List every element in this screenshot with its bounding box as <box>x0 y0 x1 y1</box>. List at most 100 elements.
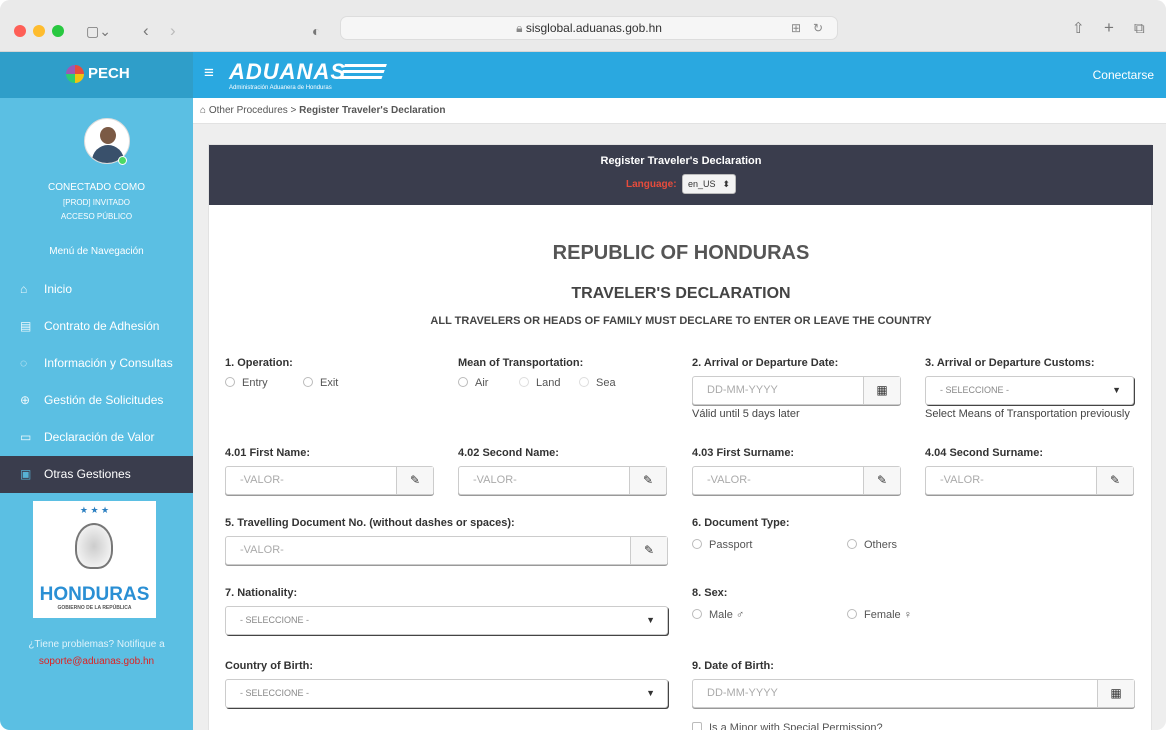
document-no-label: 5. Travelling Document No. (without dash… <box>225 517 515 529</box>
browser-window: ▢⌄ ‹ › ◐ 🔒︎ sisglobal.aduanas.gob.hn ⊞ ↻… <box>0 0 1166 730</box>
browser-toolbar: ▢⌄ ‹ › ◐ 🔒︎ sisglobal.aduanas.gob.hn ⊞ ↻… <box>0 0 1166 52</box>
minimize-window-button[interactable] <box>33 25 45 37</box>
card-icon: ▣ <box>20 467 32 481</box>
sidebar-item-gestion[interactable]: ⊕ Gestión de Solicitudes <box>0 382 193 419</box>
honduras-emblem: ★ ★ ★ HONDURAS GOBIERNO DE LA REPÚBLICA <box>33 501 156 618</box>
help-email-link[interactable]: soporte@aduanas.gob.hn <box>0 656 193 667</box>
sidebar-item-contrato[interactable]: ▤ Contrato de Adhesión <box>0 308 193 345</box>
tab-overview-icon[interactable]: ⧉ <box>1134 21 1145 36</box>
input-placeholder: -VALOR- <box>707 474 751 486</box>
customs-label: 3. Arrival or Departure Customs: <box>925 357 1095 369</box>
url-text: sisglobal.aduanas.gob.hn <box>525 21 662 35</box>
coat-of-arms-icon <box>75 523 113 569</box>
pencil-icon[interactable]: ✎ <box>629 467 666 494</box>
sidebar-item-declaracion[interactable]: ▭ Declaración de Valor <box>0 419 193 456</box>
caret-down-icon: ▼ <box>646 688 655 698</box>
back-icon[interactable]: ‹ <box>143 22 149 39</box>
breadcrumb-separator: > <box>290 105 297 116</box>
transport-land-radio[interactable]: Land <box>519 376 560 390</box>
sidebar-item-informacion[interactable]: ◌ Información y Consultas <box>0 345 193 382</box>
pencil-icon[interactable]: ✎ <box>396 467 433 494</box>
first-surname-input[interactable]: -VALOR- ✎ <box>692 466 901 495</box>
brand-name: PECH <box>88 65 130 82</box>
radio-label: Female ♀ <box>864 609 912 621</box>
birth-date-input[interactable]: DD-MM-YYYY ▦ <box>692 679 1135 708</box>
home-icon: ⌂ <box>20 282 28 296</box>
document-passport-radio[interactable]: Passport <box>692 538 752 552</box>
language-select[interactable]: en_US ⬍ <box>682 174 736 194</box>
breadcrumb-parent[interactable]: Other Procedures <box>209 105 288 116</box>
sex-female-radio[interactable]: Female ♀ <box>847 608 912 622</box>
home-icon[interactable]: ⌂ <box>200 105 206 116</box>
radio-label: Land <box>536 377 561 389</box>
select-value: - SELECCIONE - <box>240 615 310 625</box>
sidebar-item-label: Otras Gestiones <box>44 467 131 481</box>
contract-icon: ▤ <box>20 319 32 333</box>
arrival-date-input[interactable]: DD-MM-YYYY ▦ <box>692 376 901 405</box>
operation-entry-radio[interactable]: Entry <box>225 376 268 390</box>
operation-exit-radio[interactable]: Exit <box>303 376 338 390</box>
radio-label: Exit <box>320 377 339 389</box>
user-role: [PROD] INVITADO <box>63 198 130 207</box>
radio-label: Passport <box>709 539 753 551</box>
calendar-icon[interactable]: ▦ <box>863 377 900 404</box>
radio-label: Air <box>475 377 489 389</box>
hamburger-menu-icon[interactable]: ≡ <box>204 63 214 83</box>
document-no-input[interactable]: -VALOR- ✎ <box>225 536 668 565</box>
transport-air-radio[interactable]: Air <box>458 376 488 390</box>
main-content: ⌂ Other Procedures > Register Traveler's… <box>193 98 1166 730</box>
translate-icon[interactable]: ⊞ <box>791 17 801 39</box>
document-type-label: 6. Document Type: <box>692 517 790 529</box>
address-bar[interactable]: 🔒︎ sisglobal.aduanas.gob.hn ⊞ ↻ <box>340 16 838 40</box>
globe-icon: ⊕ <box>20 393 31 407</box>
second-name-input[interactable]: -VALOR- ✎ <box>458 466 667 495</box>
customs-select[interactable]: - SELECCIONE - ▼ <box>925 376 1134 405</box>
first-name-input[interactable]: -VALOR- ✎ <box>225 466 434 495</box>
country-birth-label: Country of Birth: <box>225 660 313 672</box>
customs-note: Select Means of Transportation previousl… <box>925 408 1130 420</box>
nationality-select[interactable]: - SELECCIONE - ▼ <box>225 606 668 635</box>
first-surname-label: 4.03 First Surname: <box>692 447 795 459</box>
reload-icon[interactable]: ↻ <box>813 17 823 39</box>
transport-sea-radio[interactable]: Sea <box>579 376 616 390</box>
lock-icon: 🔒︎ <box>516 21 523 35</box>
sidebar-toggle-icon[interactable]: ▢⌄ <box>86 24 111 38</box>
sidebar-item-inicio[interactable]: ⌂ Inicio <box>0 271 193 308</box>
sidebar-item-label: Contrato de Adhesión <box>44 319 160 333</box>
sex-male-radio[interactable]: Male ♂ <box>692 608 744 622</box>
aduanas-logo-stripes-icon <box>339 64 387 80</box>
new-tab-icon[interactable]: + <box>1104 19 1114 36</box>
pencil-icon[interactable]: ✎ <box>630 537 667 564</box>
sidebar: CONECTADO COMO [PROD] INVITADO ACCESO PÚ… <box>0 98 193 730</box>
second-surname-input[interactable]: -VALOR- ✎ <box>925 466 1134 495</box>
arrival-date-note: Válid until 5 days later <box>692 408 800 420</box>
pencil-icon[interactable]: ✎ <box>1096 467 1133 494</box>
login-link[interactable]: Conectarse <box>1093 68 1154 82</box>
breadcrumb-current: Register Traveler's Declaration <box>299 105 446 116</box>
sidebar-item-label: Declaración de Valor <box>44 430 155 444</box>
radio-label: Male ♂ <box>709 609 745 621</box>
calendar-icon[interactable]: ▦ <box>1097 680 1134 707</box>
breadcrumb: ⌂ Other Procedures > Register Traveler's… <box>193 98 1166 124</box>
second-surname-label: 4.04 Second Surname: <box>925 447 1043 459</box>
sidebar-item-otras-gestiones[interactable]: ▣ Otras Gestiones <box>0 456 193 493</box>
app-header: PECH ≡ ADUANAS Administración Aduanera d… <box>0 52 1166 98</box>
input-placeholder: -VALOR- <box>240 474 284 486</box>
language-value: en_US <box>688 179 716 189</box>
operation-label: 1. Operation: <box>225 357 293 369</box>
language-label: Language: <box>626 179 677 190</box>
input-placeholder: DD-MM-YYYY <box>707 687 778 699</box>
forward-icon[interactable]: › <box>170 22 176 39</box>
share-icon[interactable]: ⇧ <box>1072 21 1085 36</box>
privacy-shield-icon[interactable]: ◐ <box>312 24 320 38</box>
radio-label: Entry <box>242 377 268 389</box>
country-birth-select[interactable]: - SELECCIONE - ▼ <box>225 679 668 708</box>
document-others-radio[interactable]: Others <box>847 538 897 552</box>
close-window-button[interactable] <box>14 25 26 37</box>
second-name-label: 4.02 Second Name: <box>458 447 559 459</box>
zoom-window-button[interactable] <box>52 25 64 37</box>
online-status-icon <box>118 156 127 165</box>
pencil-icon[interactable]: ✎ <box>863 467 900 494</box>
input-placeholder: -VALOR- <box>240 544 284 556</box>
minor-permission-checkbox[interactable]: Is a Minor with Special Permission? <box>692 721 883 730</box>
